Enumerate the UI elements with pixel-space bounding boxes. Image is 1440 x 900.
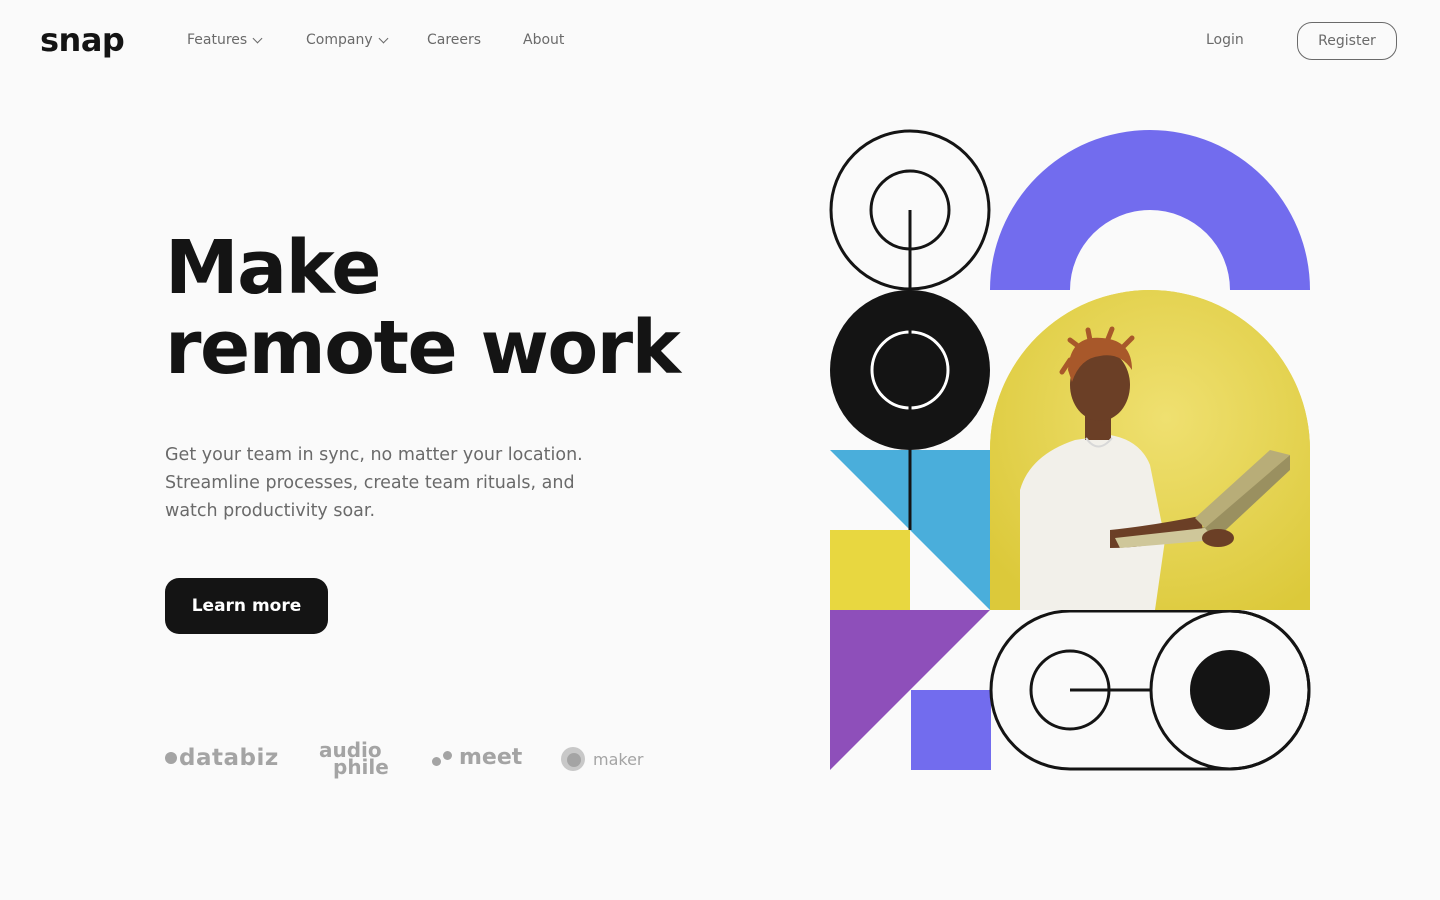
nav-company[interactable]: Company <box>306 32 389 48</box>
client-meet: meet <box>432 745 522 770</box>
client-meet-label: meet <box>459 745 523 770</box>
client-audiophile: audio phile <box>319 740 389 779</box>
nav-features[interactable]: Features <box>187 32 263 48</box>
login-link[interactable]: Login <box>1206 32 1244 48</box>
hero-headline-line2: remote work <box>165 305 681 391</box>
nav-about[interactable]: About <box>523 32 564 48</box>
client-maker-label: maker <box>593 749 644 769</box>
hero-headline: Make remote work <box>165 228 725 388</box>
hero-subtext: Get your team in sync, no matter your lo… <box>165 445 583 521</box>
client-maker: maker <box>561 747 644 771</box>
nav-features-label: Features <box>187 32 248 48</box>
chevron-down-icon <box>378 33 389 43</box>
databiz-logo-icon <box>165 752 177 764</box>
client-audiophile-line2: phile <box>333 755 389 779</box>
client-databiz: databiz <box>165 745 279 771</box>
purple-square-shape <box>911 690 991 770</box>
hero-photo <box>990 290 1310 610</box>
pill-dot-shape <box>1190 650 1270 730</box>
maker-logo-icon <box>561 747 585 771</box>
person-with-laptop-image <box>990 290 1310 610</box>
purple-arch-shape <box>990 130 1310 290</box>
hero-headline-line1: Make <box>165 225 382 311</box>
chevron-down-icon <box>252 33 263 43</box>
register-button[interactable]: Register <box>1297 22 1397 60</box>
nav-company-label: Company <box>306 32 373 48</box>
learn-more-button[interactable]: Learn more <box>165 578 328 634</box>
nav-careers[interactable]: Careers <box>427 32 481 48</box>
client-databiz-label: databiz <box>179 745 279 771</box>
meet-logo-icon <box>432 748 454 768</box>
snap-logo[interactable]: snap <box>40 20 125 60</box>
yellow-square-shape <box>830 530 910 610</box>
